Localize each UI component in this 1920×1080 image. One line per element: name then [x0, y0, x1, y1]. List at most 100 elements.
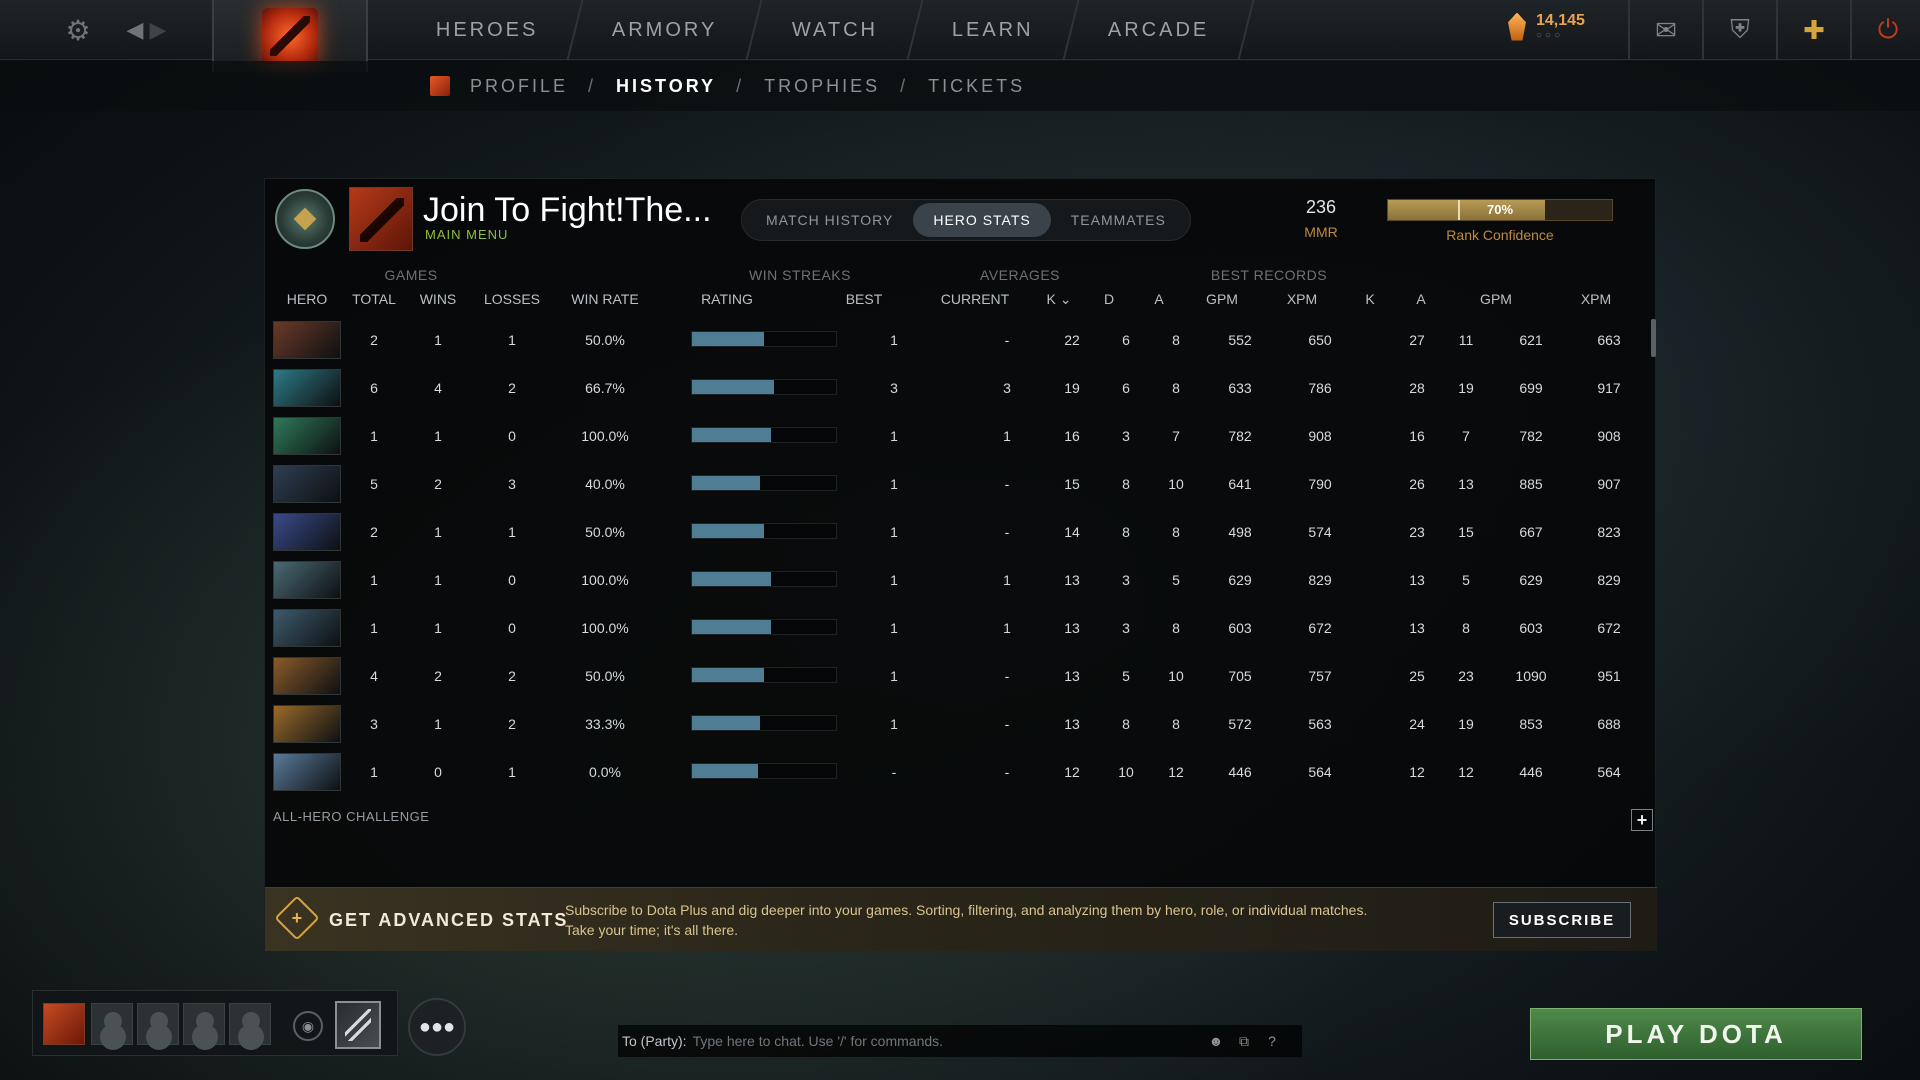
table-row[interactable]: 1 1 0 100.0% 1 1 13 3 8 603 672 13 8 603 672	[265, 607, 1657, 655]
main-nav: HEROES ARMORY WATCH LEARN ARCADE	[392, 0, 1255, 60]
shard-balance[interactable]: 14,145 ○○○	[1508, 12, 1585, 41]
table-row[interactable]: 1 1 0 100.0% 1 1 16 3 7 782 908 16 7 782 908	[265, 415, 1657, 463]
hero-portrait-icon[interactable]	[273, 561, 341, 599]
hero-portrait-icon[interactable]	[273, 513, 341, 551]
nav-arcade[interactable]: ARCADE	[1064, 0, 1255, 60]
table-row[interactable]: 3 1 2 33.3% 1 - 13 8 8 572 563 24 19 853 688	[265, 703, 1657, 751]
col-current-streak[interactable]: CURRENT	[941, 291, 1009, 307]
rating-bar	[691, 427, 837, 443]
forward-arrow-icon[interactable]: ▶	[138, 10, 178, 50]
rank-medal-icon[interactable]	[275, 189, 335, 249]
mail-icon[interactable]: ✉	[1628, 0, 1702, 60]
party-slot[interactable]	[183, 1003, 225, 1045]
cell-bgpm: 603	[1519, 620, 1543, 636]
subnav-tickets[interactable]: TICKETS	[928, 76, 1025, 97]
col-avg-k[interactable]: K ⌄	[1047, 291, 1072, 308]
cell-a: 5	[1172, 572, 1180, 588]
col-best-gpm[interactable]: GPM	[1480, 291, 1512, 307]
table-row[interactable]: 2 1 1 50.0% 1 - 14 8 8 498 574 23 15 667 823	[265, 511, 1657, 559]
scrollbar[interactable]	[1651, 319, 1656, 357]
chat-share-icon[interactable]: ⧉	[1234, 1031, 1254, 1051]
emoticon-icon[interactable]: ☻	[1206, 1031, 1226, 1051]
hero-portrait-icon[interactable]	[273, 417, 341, 455]
power-icon[interactable]: ⏻	[1850, 0, 1920, 60]
table-row[interactable]: 1 1 0 100.0% 1 1 13 3 5 629 829 13 5 629 829	[265, 559, 1657, 607]
hero-portrait-icon[interactable]	[273, 705, 341, 743]
party-slot[interactable]	[91, 1003, 133, 1045]
hero-portrait-icon[interactable]	[273, 609, 341, 647]
hero-stats-table: 2 1 1 50.0% 1-22 6 8 552 650 27 11 621 663 6 4 2 66.7% 3 3…	[265, 319, 1657, 799]
rating-bar	[691, 619, 837, 635]
voice-chat-icon[interactable]: ◉	[293, 1011, 323, 1041]
table-row[interactable]: 5 2 3 40.0% 1 - 15 8 10 641 790 26 13 885 907	[265, 463, 1657, 511]
rating-fill	[692, 524, 764, 538]
hero-portrait-icon[interactable]	[273, 321, 341, 359]
subnav-trophies[interactable]: TROPHIES	[764, 76, 880, 97]
col-best-xpm[interactable]: XPM	[1581, 291, 1611, 307]
col-best-streak[interactable]: BEST	[846, 291, 883, 307]
expand-plus-button[interactable]: +	[1631, 809, 1653, 831]
hero-portrait-icon[interactable]	[273, 657, 341, 695]
friends-icon[interactable]: ●●●	[408, 998, 466, 1056]
hero-portrait-icon[interactable]	[273, 753, 341, 791]
shard-dots: ○○○	[1536, 30, 1564, 41]
party-leader-avatar[interactable]	[43, 1003, 85, 1045]
party-slot[interactable]	[229, 1003, 271, 1045]
col-losses[interactable]: LOSSES	[484, 291, 540, 307]
subnav-history[interactable]: HISTORY	[616, 76, 716, 97]
col-hero[interactable]: HERO	[287, 291, 327, 307]
cell-a: 8	[1172, 332, 1180, 348]
cell-gpm: 572	[1228, 716, 1252, 732]
hero-stats-panel: Join To Fight!The... MAIN MENU MATCH HIS…	[264, 178, 1657, 951]
subnav-profile[interactable]: PROFILE	[470, 76, 568, 97]
cell-win-rate: 100.0%	[581, 620, 629, 636]
col-avg-gpm[interactable]: GPM	[1206, 291, 1238, 307]
cell-total: 4	[370, 668, 378, 684]
nav-watch[interactable]: WATCH	[748, 0, 924, 60]
dota-plus-icon[interactable]: ✚	[1776, 0, 1850, 60]
table-row[interactable]: 6 4 2 66.7% 3 3 19 6 8 633 786 28 19 699 917	[265, 367, 1657, 415]
col-best-k[interactable]: K	[1365, 291, 1374, 307]
col-best-a[interactable]: A	[1416, 291, 1425, 307]
party-slot[interactable]	[137, 1003, 179, 1045]
nav-learn[interactable]: LEARN	[908, 0, 1080, 60]
nav-heroes[interactable]: HEROES	[392, 0, 584, 60]
tab-hero-stats[interactable]: HERO STATS	[913, 203, 1051, 237]
cell-ba: 12	[1458, 764, 1474, 780]
col-total[interactable]: TOTAL	[352, 291, 396, 307]
chat-input[interactable]	[692, 1033, 1203, 1049]
rating-bar	[691, 715, 837, 731]
tab-teammates[interactable]: TEAMMATES	[1051, 203, 1186, 237]
col-avg-a[interactable]: A	[1154, 291, 1163, 307]
col-avg-xpm[interactable]: XPM	[1287, 291, 1317, 307]
help-icon[interactable]: ?	[1262, 1031, 1282, 1051]
cell-gpm: 705	[1228, 668, 1252, 684]
all-hero-challenge-label[interactable]: ALL-HERO CHALLENGE	[273, 809, 429, 824]
table-row[interactable]: 1 0 1 0.0% - -12 10 12 446 564 12 12 446 564	[265, 751, 1657, 799]
col-avg-d[interactable]: D	[1104, 291, 1114, 307]
table-row[interactable]: 4 2 2 50.0% 1 - 13 5 10 705 757 25 23 1090 951	[265, 655, 1657, 703]
nav-armory[interactable]: ARMORY	[568, 0, 764, 60]
table-row[interactable]: 2 1 1 50.0% 1-22 6 8 552 650 27 11 621 663	[265, 319, 1657, 367]
play-dota-button[interactable]: PLAY DOTA	[1530, 1008, 1862, 1060]
hero-portrait-icon[interactable]	[273, 369, 341, 407]
avatar[interactable]	[349, 187, 413, 251]
subscribe-button[interactable]: SUBSCRIBE	[1493, 902, 1631, 938]
cell-bxpm: 907	[1597, 476, 1621, 492]
hero-portrait-icon[interactable]	[273, 465, 341, 503]
cell-current: -	[1004, 716, 1010, 732]
cell-current: 3	[1003, 380, 1011, 396]
col-rating[interactable]: RATING	[701, 291, 753, 307]
cell-bxpm: 951	[1597, 668, 1621, 684]
cell-d: 8	[1122, 476, 1130, 492]
chat-channel-label[interactable]: To (Party):	[618, 1033, 687, 1049]
col-win-rate[interactable]: WIN RATE	[571, 291, 638, 307]
armory-shield-icon[interactable]: ⛨	[1702, 0, 1776, 60]
tab-match-history[interactable]: MATCH HISTORY	[746, 203, 913, 237]
gear-icon[interactable]: ⚙	[58, 10, 98, 50]
cell-bk: 13	[1409, 620, 1425, 636]
cell-total: 1	[370, 428, 378, 444]
battle-pass-icon[interactable]	[335, 1001, 381, 1049]
mmr-label: MMR	[1304, 224, 1338, 240]
col-wins[interactable]: WINS	[420, 291, 457, 307]
